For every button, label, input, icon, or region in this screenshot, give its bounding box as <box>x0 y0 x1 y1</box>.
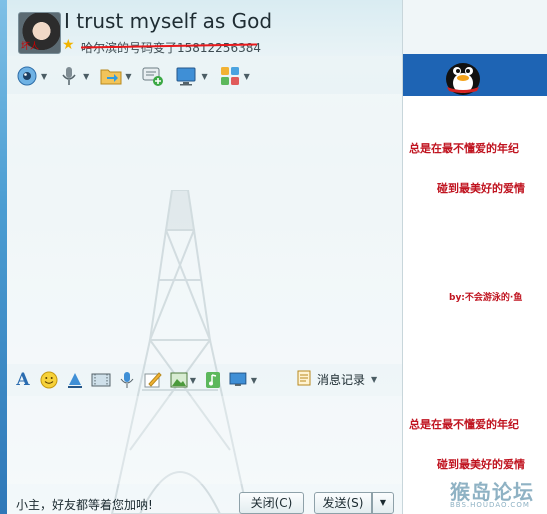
desktop-strip <box>0 0 7 514</box>
webcam-icon <box>15 64 39 88</box>
chevron-down-icon: ▼ <box>371 374 378 384</box>
avatar-tag: 坏人 <box>21 42 40 52</box>
chevron-down-icon: ▼ <box>41 71 48 81</box>
status-text: 小主，好友都等着您加呐! <box>16 498 153 512</box>
microphone-icon <box>57 64 81 88</box>
send-button[interactable]: 发送(S) <box>314 492 372 514</box>
message-history-button[interactable]: 消息记录 ▼ <box>297 367 389 391</box>
chat-toolbar: ▼ ▼ ▼ ▼ ▼ <box>7 58 402 94</box>
chat-add-icon <box>141 64 165 88</box>
watermark-url: BBS.HOUDAO.COM <box>450 501 530 509</box>
chevron-down-icon: ▼ <box>83 71 90 81</box>
video-call-button[interactable]: ▼ <box>13 62 49 90</box>
side-panel-header <box>403 0 547 54</box>
apps-button[interactable]: ▼ <box>216 62 252 90</box>
penguin-icon <box>446 63 480 95</box>
forum-watermark: 猴岛论坛 BBS.HOUDAO.COM <box>450 476 545 514</box>
screen-icon[interactable] <box>91 370 111 390</box>
quote-card-top: 总是在最不懂爱的年纪 碰到最美好的爱情 by:不会游泳的·鱼 <box>403 96 547 316</box>
history-label: 消息记录 <box>317 372 366 387</box>
image-icon[interactable]: ▼ <box>169 370 197 390</box>
shake-icon[interactable] <box>65 370 85 390</box>
close-button[interactable]: 关闭(C) <box>239 492 304 514</box>
history-icon <box>297 370 313 389</box>
music-icon[interactable] <box>203 370 223 390</box>
send-file-button[interactable]: ▼ <box>97 62 133 90</box>
group-chat-button[interactable] <box>139 62 167 90</box>
font-icon[interactable]: A <box>13 370 33 390</box>
side-panel: 总是在最不懂爱的年纪 碰到最美好的爱情 by:不会游泳的·鱼 总是在最不懂爱的年… <box>402 0 547 514</box>
quote-line-1: 总是在最不懂爱的年纪 <box>409 142 519 155</box>
quote-byline: by:不会游泳的·鱼 <box>449 293 523 303</box>
monitor-icon <box>175 64 199 88</box>
send-options-dropdown[interactable]: ▼ <box>372 492 394 514</box>
chevron-down-icon: ▼ <box>243 71 250 81</box>
avatar[interactable]: 坏人 <box>18 12 61 54</box>
voice-call-button[interactable]: ▼ <box>55 62 91 90</box>
contact-nickname: I trust myself as God <box>64 9 273 33</box>
chevron-down-icon: ▼ <box>189 375 197 385</box>
voice-msg-icon[interactable] <box>117 370 137 390</box>
chevron-down-icon: ▼ <box>125 71 132 81</box>
screenshot-icon[interactable]: ▼ <box>229 370 257 390</box>
folder-arrow-icon <box>99 64 123 88</box>
apps-grid-icon <box>218 64 242 88</box>
quote-line-3: 总是在最不懂爱的年纪 <box>409 418 519 431</box>
message-input[interactable] <box>7 396 402 484</box>
quote-line-4: 碰到最美好的爱情 <box>437 458 525 471</box>
remote-assist-button[interactable]: ▼ <box>173 62 209 90</box>
penguin-banner[interactable] <box>403 54 547 96</box>
quote-line-2: 碰到最美好的爱情 <box>437 182 525 195</box>
star-icon: ★ <box>62 37 75 53</box>
doodle-icon[interactable] <box>143 370 163 390</box>
chevron-down-icon: ▼ <box>201 71 208 81</box>
chevron-down-icon: ▼ <box>250 375 257 385</box>
qq-chat-window: 坏人 I trust myself as God ★ 哈尔滨的号码变了15812… <box>0 0 547 514</box>
emoji-icon[interactable] <box>39 370 59 390</box>
